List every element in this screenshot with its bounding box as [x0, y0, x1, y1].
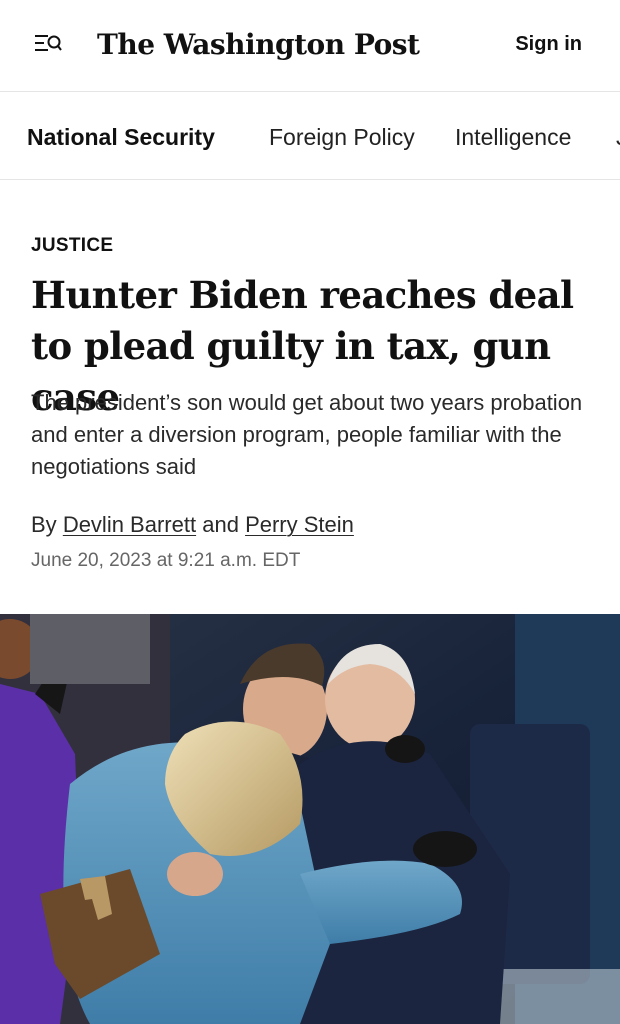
section-nav-item-overflow[interactable]: J: [616, 122, 620, 152]
site-logo[interactable]: The Washington Post: [97, 25, 420, 65]
byline-prefix: By: [31, 512, 57, 537]
section-nav-item-intelligence[interactable]: Intelligence: [455, 122, 571, 152]
section-nav-item-national-security[interactable]: National Security: [27, 122, 215, 152]
byline-conjunction: and: [202, 512, 239, 537]
article-dek: The president’s son would get about two …: [31, 390, 583, 479]
author-link-perry-stein[interactable]: Perry Stein: [245, 512, 354, 537]
article-page: The Washington Post Sign in National Sec…: [0, 0, 620, 1024]
lead-photo-illustration: [0, 614, 620, 1024]
section-nav: National Security Foreign Policy Intelli…: [0, 92, 620, 180]
section-nav-item-foreign-policy[interactable]: Foreign Policy: [269, 122, 415, 152]
author-link-devlin-barrett[interactable]: Devlin Barrett: [63, 512, 196, 537]
lead-photo[interactable]: [0, 614, 620, 1024]
menu-search-icon[interactable]: [34, 33, 62, 55]
byline: By Devlin Barrett and Perry Stein: [31, 510, 354, 540]
sign-in-button[interactable]: Sign in: [515, 32, 582, 56]
site-header: The Washington Post Sign in: [0, 0, 620, 92]
article-kicker[interactable]: JUSTICE: [31, 234, 113, 258]
publish-timestamp: June 20, 2023 at 9:21 a.m. EDT: [31, 550, 301, 571]
